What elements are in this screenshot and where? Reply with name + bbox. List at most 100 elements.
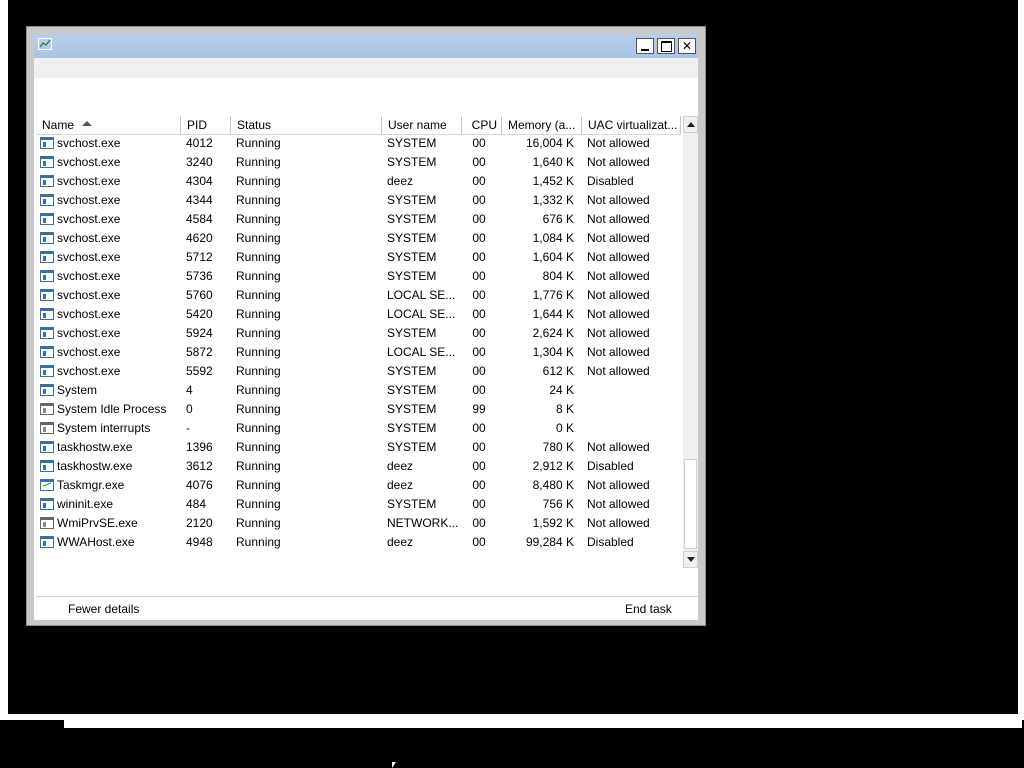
process-status: Running	[236, 345, 281, 359]
process-user-name: SYSTEM	[387, 155, 437, 169]
table-row[interactable]: System 4 Running SYSTEM 00 24 K	[36, 381, 681, 400]
table-row[interactable]: System Idle Process 0 Running SYSTEM 99 8 K	[36, 400, 681, 419]
process-uac-virtualization: Disabled	[587, 459, 634, 473]
process-uac-virtualization: Not allowed	[587, 364, 650, 378]
background-window-left-edge	[0, 0, 8, 720]
table-row[interactable]: svchost.exe 3240 Running SYSTEM 00 1,640 K Not…	[36, 153, 681, 172]
column-header-pid-label: PID	[187, 118, 208, 132]
table-row[interactable]: System interrupts - Running SYSTEM 00 0 K	[36, 419, 681, 438]
process-user-name: SYSTEM	[387, 212, 437, 226]
process-uac-virtualization: Disabled	[587, 174, 634, 188]
column-header-user-name-label: User name	[388, 118, 447, 132]
menu-bar	[34, 58, 698, 78]
column-header-uac-virtualization[interactable]: UAC virtualizat...	[582, 116, 681, 134]
table-row[interactable]: svchost.exe 5420 Running LOCAL SE... 00 1,644…	[36, 305, 681, 324]
process-user-name: NETWORK...	[387, 516, 459, 530]
process-icon-cell	[40, 517, 54, 529]
table-row[interactable]: Taskmgr.exe 4076 Running deez 00 8,480 K Not a…	[36, 476, 681, 495]
process-memory: 1,084 K	[532, 231, 574, 245]
process-icon-cell	[40, 384, 54, 396]
process-status: Running	[236, 155, 281, 169]
minimize-button[interactable]	[636, 38, 654, 54]
sort-ascending-icon	[82, 121, 93, 127]
process-status: Running	[236, 288, 281, 302]
process-status: Running	[236, 383, 281, 397]
column-header-user-name[interactable]: User name	[382, 116, 462, 134]
process-icon-cell	[40, 232, 54, 244]
table-row[interactable]: wininit.exe 484 Running SYSTEM 00 756 K Not al…	[36, 495, 681, 514]
process-status: Running	[236, 535, 281, 549]
process-rows: svchost.exe 4012 Running SYSTEM 00 16,004 K No…	[36, 134, 681, 552]
column-header-cpu[interactable]: CPU	[462, 116, 502, 134]
table-row[interactable]: svchost.exe 4620 Running SYSTEM 00 1,084 K Not…	[36, 229, 681, 248]
table-row[interactable]: svchost.exe 5760 Running LOCAL SE... 00 1,776…	[36, 286, 681, 305]
column-header-memory[interactable]: Memory (a...	[502, 116, 582, 134]
process-memory: 1,592 K	[532, 516, 574, 530]
process-cpu: 00	[472, 212, 486, 226]
process-cpu: 00	[472, 478, 486, 492]
process-icon-cell	[40, 156, 54, 168]
process-cpu: 00	[472, 535, 486, 549]
process-user-name: deez	[387, 535, 414, 549]
end-task-button[interactable]: End task	[625, 598, 672, 620]
process-cpu: 00	[472, 383, 486, 397]
maximize-button[interactable]	[657, 38, 675, 54]
process-pid: 5420	[186, 307, 213, 321]
window-icon	[40, 251, 54, 263]
window-icon	[40, 460, 54, 472]
process-name: WmiPrvSE.exe	[57, 516, 138, 530]
scroll-down-button[interactable]	[683, 551, 698, 568]
table-row[interactable]: svchost.exe 4304 Running deez 00 1,452 K Disab…	[36, 172, 681, 191]
process-uac-virtualization: Not allowed	[587, 212, 650, 226]
table-row[interactable]: svchost.exe 5872 Running LOCAL SE... 00 1,304…	[36, 343, 681, 362]
table-row[interactable]: WWAHost.exe 4948 Running deez 00 99,284 K Disa…	[36, 533, 681, 552]
process-user-name: SYSTEM	[387, 326, 437, 340]
column-header-pid[interactable]: PID	[181, 116, 231, 134]
vertical-scrollbar[interactable]	[683, 116, 698, 568]
close-button[interactable]: ✕	[678, 38, 696, 54]
table-row[interactable]: svchost.exe 4012 Running SYSTEM 00 16,004 K No…	[36, 134, 681, 153]
process-uac-virtualization: Not allowed	[587, 478, 650, 492]
minimize-icon	[641, 49, 649, 51]
table-row[interactable]: taskhostw.exe 3612 Running deez 00 2,912 K Dis…	[36, 457, 681, 476]
fewer-details-button[interactable]: Fewer details	[68, 598, 139, 620]
table-row[interactable]: svchost.exe 4344 Running SYSTEM 00 1,332 K Not…	[36, 191, 681, 210]
table-row[interactable]: taskhostw.exe 1396 Running SYSTEM 00 780 K Not…	[36, 438, 681, 457]
process-uac-virtualization: Not allowed	[587, 516, 650, 530]
arrow-up-icon	[686, 122, 695, 127]
background-window-right-edge	[1018, 0, 1024, 720]
table-row[interactable]: svchost.exe 4584 Running SYSTEM 00 676 K Not a…	[36, 210, 681, 229]
scroll-up-button[interactable]	[683, 116, 698, 133]
process-cpu: 00	[472, 136, 486, 150]
process-icon-cell	[40, 289, 54, 301]
process-memory: 99,284 K	[525, 535, 574, 549]
column-header-status-label: Status	[237, 118, 272, 132]
process-status: Running	[236, 459, 281, 473]
window-icon	[40, 213, 54, 225]
table-row[interactable]: svchost.exe 5736 Running SYSTEM 00 804 K Not a…	[36, 267, 681, 286]
scrollbar-thumb[interactable]	[684, 459, 697, 549]
process-memory: 8 K	[555, 402, 574, 416]
process-pid: 1396	[186, 440, 213, 454]
column-header-status[interactable]: Status	[231, 116, 382, 134]
process-uac-virtualization: Disabled	[587, 535, 634, 549]
window-icon	[40, 232, 54, 244]
column-header-name[interactable]: Name	[36, 116, 181, 134]
process-uac-virtualization: Not allowed	[587, 307, 650, 321]
table-row[interactable]: WmiPrvSE.exe 2120 Running NETWORK... 00 1,592…	[36, 514, 681, 533]
window-icon	[40, 156, 54, 168]
window-icon	[40, 289, 54, 301]
process-pid: 5712	[186, 250, 213, 264]
table-row[interactable]: svchost.exe 5592 Running SYSTEM 00 612 K Not a…	[36, 362, 681, 381]
table-row[interactable]: svchost.exe 5924 Running SYSTEM 00 2,624 K Not…	[36, 324, 681, 343]
process-user-name: SYSTEM	[387, 421, 437, 435]
process-icon-cell	[40, 422, 54, 434]
process-cpu: 00	[472, 516, 486, 530]
process-memory: 2,624 K	[532, 326, 574, 340]
process-user-name: SYSTEM	[387, 269, 437, 283]
process-uac-virtualization	[587, 400, 679, 419]
table-row[interactable]: svchost.exe 5712 Running SYSTEM 00 1,604 K Not…	[36, 248, 681, 267]
process-cpu: 00	[472, 421, 486, 435]
process-status: Running	[236, 250, 281, 264]
title-bar[interactable]: ✕	[34, 34, 698, 58]
